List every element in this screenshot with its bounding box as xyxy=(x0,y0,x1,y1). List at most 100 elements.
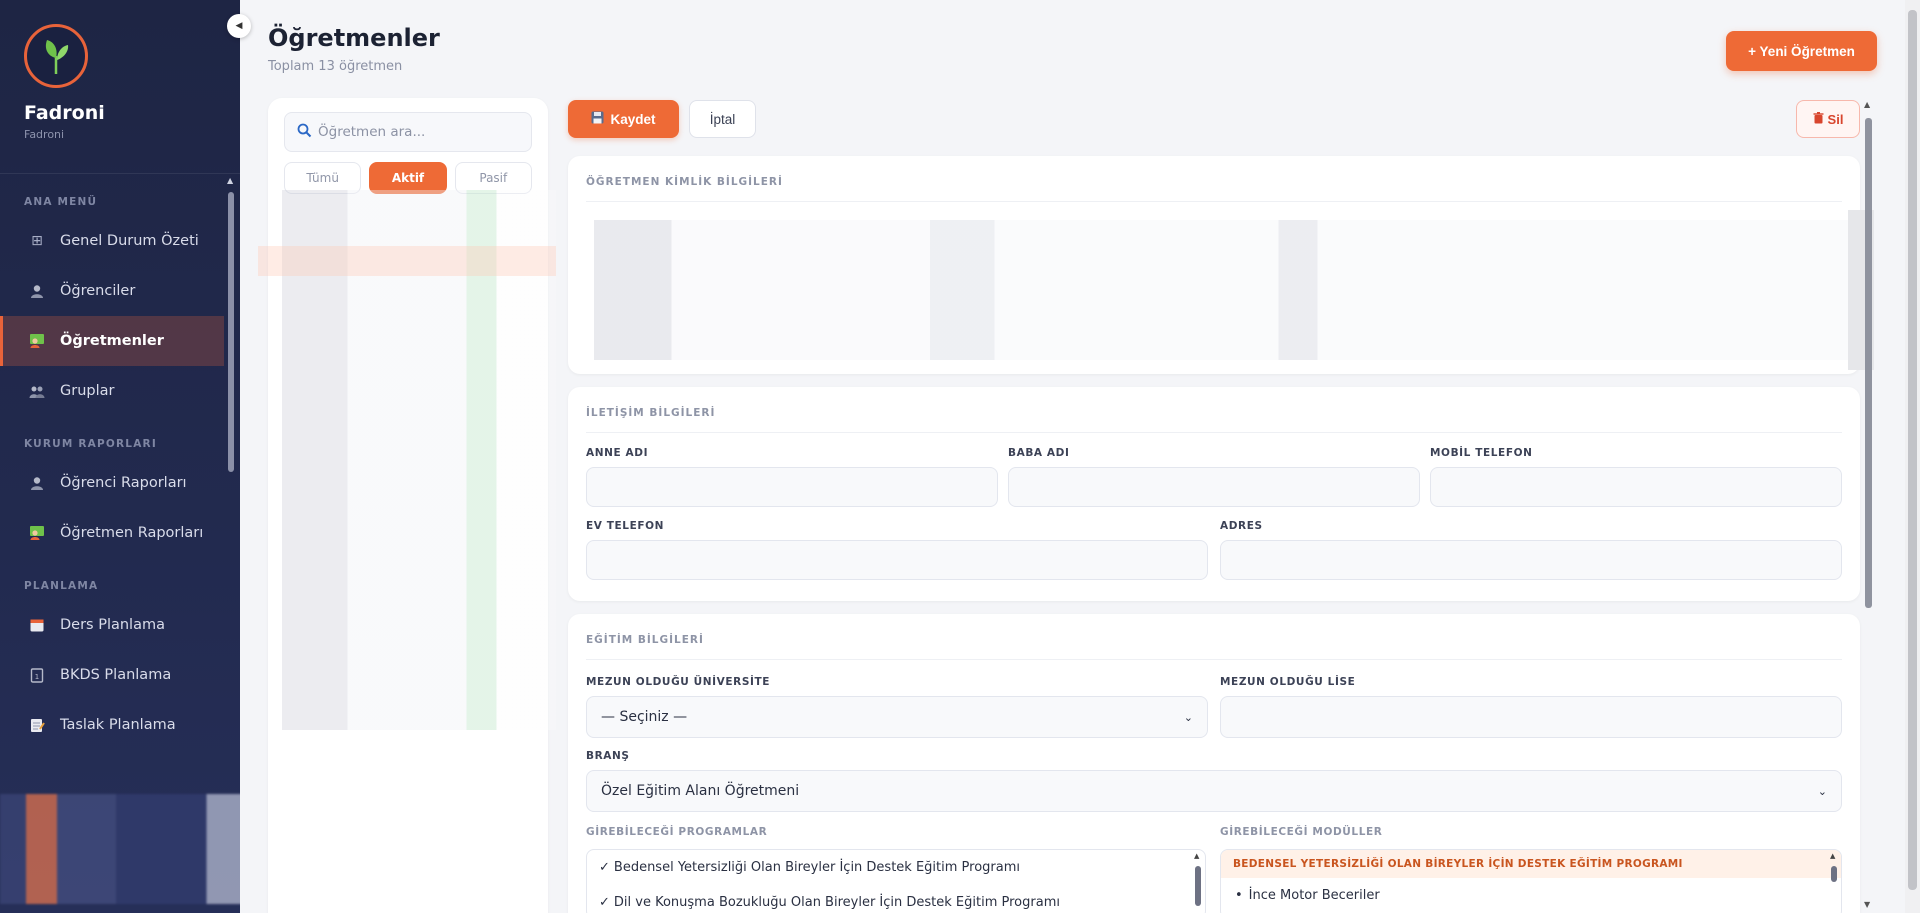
programs-label: GİREBİLECEĞİ PROGRAMLAR xyxy=(586,826,768,838)
page-subtitle: Toplam 13 öğretmen xyxy=(268,59,403,74)
scroll-down-icon[interactable]: ▼ xyxy=(1864,900,1870,909)
teacher-icon xyxy=(28,332,46,350)
page-scroll-thumb[interactable] xyxy=(1908,10,1917,890)
search-box[interactable]: Öğretmen ara... xyxy=(284,112,532,152)
check-icon: ✓ xyxy=(599,895,610,910)
identity-card: ÖĞRETMEN KİMLİK BİLGİLERİ xyxy=(568,156,1860,374)
form-scrollbar[interactable]: ▲ ▼ xyxy=(1862,100,1874,913)
sidebar-collapse-button[interactable]: ◀ xyxy=(227,14,251,38)
sidebar-item-dashboard[interactable]: ⊞ Genel Durum Özeti xyxy=(0,216,224,266)
sidebar-item-label: Öğrenci Raporları xyxy=(60,475,187,491)
branch-select-value: Özel Eğitim Alanı Öğretmeni xyxy=(601,783,800,799)
mobile-phone-input[interactable] xyxy=(1430,467,1842,507)
chevron-down-icon: ⌄ xyxy=(1183,710,1193,724)
redacted-user-area xyxy=(0,794,240,904)
bullet-icon: • xyxy=(1235,887,1243,903)
svg-text:1: 1 xyxy=(35,673,39,681)
sidebar-item-students[interactable]: Öğrenciler xyxy=(0,266,224,316)
search-input[interactable]: Öğretmen ara... xyxy=(318,124,425,140)
branch-select[interactable]: Özel Eğitim Alanı Öğretmeni ⌄ xyxy=(586,770,1842,812)
highschool-input[interactable] xyxy=(1220,696,1842,738)
brand-subtitle: Fadroni xyxy=(24,128,65,141)
scroll-up-icon[interactable]: ▲ xyxy=(227,176,233,185)
group-icon xyxy=(28,382,46,400)
calendar-icon xyxy=(28,616,46,634)
chevron-left-icon: ◀ xyxy=(235,21,243,31)
sidebar-scrollbar[interactable]: ▲ xyxy=(226,174,236,794)
new-teacher-button[interactable]: + Yeni Öğretmen xyxy=(1726,31,1877,71)
sidebar-item-label: Genel Durum Özeti xyxy=(60,233,199,249)
modules-scrollbar[interactable]: ▲ xyxy=(1829,852,1839,913)
student-icon xyxy=(28,474,46,492)
check-icon: ✓ xyxy=(599,860,610,875)
scroll-up-icon[interactable]: ▲ xyxy=(1830,852,1835,860)
brand-logo[interactable] xyxy=(24,24,88,88)
divider xyxy=(586,659,1842,660)
sidebar-scroll-thumb[interactable] xyxy=(228,192,234,472)
divider xyxy=(586,432,1842,433)
sidebar-item-student-reports[interactable]: Öğrenci Raporları xyxy=(0,458,224,508)
home-phone-input[interactable] xyxy=(586,540,1208,580)
sidebar-item-lesson-planning[interactable]: Ders Planlama xyxy=(0,600,224,650)
sidebar-item-label: Öğrenciler xyxy=(60,283,136,299)
sidebar-item-teachers[interactable]: Öğretmenler xyxy=(0,316,224,366)
brand-name: Fadroni xyxy=(24,102,105,124)
teacher-list-panel: Öğretmen ara... Tümü Aktif Pasif xyxy=(258,98,556,913)
education-card-title: EĞİTİM BİLGİLERİ xyxy=(586,634,704,646)
address-label: ADRES xyxy=(1220,520,1263,532)
delete-button[interactable]: Sil xyxy=(1796,100,1860,138)
sidebar-item-bkds-planning[interactable]: 1 BKDS Planlama xyxy=(0,650,224,700)
education-card: EĞİTİM BİLGİLERİ MEZUN OLDUĞU ÜNİVERSİTE… xyxy=(568,614,1860,913)
list-item[interactable]: • İnce Motor Beceriler xyxy=(1221,878,1841,912)
module-label: İnce Motor Beceriler xyxy=(1248,887,1380,903)
cancel-button[interactable]: İptal xyxy=(689,100,756,138)
sidebar-item-teacher-reports[interactable]: Öğretmen Raporları xyxy=(0,508,224,558)
contact-card-title: İLETİŞİM BİLGİLERİ xyxy=(586,407,716,419)
program-label: Dil ve Konuşma Bozukluğu Olan Bireyler İ… xyxy=(613,895,1060,910)
address-input[interactable] xyxy=(1220,540,1842,580)
list-item[interactable]: ✓ Bedensel Yetersizliği Olan Bireyler İç… xyxy=(587,850,1205,885)
programs-scrollbar[interactable]: ▲ xyxy=(1193,852,1203,913)
page-title: Öğretmenler xyxy=(268,24,440,52)
trash-icon xyxy=(1813,111,1824,127)
contact-card: İLETİŞİM BİLGİLERİ ANNE ADI BABA ADI MOB… xyxy=(568,387,1860,601)
modules-group-header: BEDENSEL YETERSİZLİĞİ OLAN BİREYLER İÇİN… xyxy=(1221,850,1841,878)
highschool-label: MEZUN OLDUĞU LİSE xyxy=(1220,676,1356,688)
form-scroll-thumb[interactable] xyxy=(1865,118,1872,608)
chevron-down-icon: ⌄ xyxy=(1817,784,1827,798)
save-button[interactable]: Kaydet xyxy=(568,100,679,138)
father-name-input[interactable] xyxy=(1008,467,1420,507)
modules-scroll-thumb[interactable] xyxy=(1831,866,1837,882)
sidebar-item-draft-planning[interactable]: Taslak Planlama xyxy=(0,700,224,750)
leaf-icon xyxy=(45,40,69,74)
mother-name-label: ANNE ADI xyxy=(586,447,649,459)
save-button-label: Kaydet xyxy=(610,111,656,127)
home-phone-label: EV TELEFON xyxy=(586,520,665,532)
programs-scroll-thumb[interactable] xyxy=(1195,866,1201,906)
sidebar-item-label: Ders Planlama xyxy=(60,617,165,633)
sidebar-item-label: BKDS Planlama xyxy=(60,667,172,683)
sidebar-item-label: Öğretmen Raporları xyxy=(60,525,204,541)
page-scrollbar[interactable] xyxy=(1905,0,1920,913)
nav-section-reports: KURUM RAPORLARI xyxy=(24,438,157,450)
sidebar-item-groups[interactable]: Gruplar xyxy=(0,366,224,416)
list-item[interactable]: ✓ Dil ve Konuşma Bozukluğu Olan Bireyler… xyxy=(587,885,1205,913)
mother-name-input[interactable] xyxy=(586,467,998,507)
program-label: Bedensel Yetersizliği Olan Bireyler İçin… xyxy=(613,860,1021,875)
floppy-disk-icon xyxy=(591,111,604,127)
scroll-up-icon[interactable]: ▲ xyxy=(1864,100,1870,109)
scroll-up-icon[interactable]: ▲ xyxy=(1194,852,1199,860)
modules-list[interactable]: BEDENSEL YETERSİZLİĞİ OLAN BİREYLER İÇİN… xyxy=(1220,849,1842,913)
university-select[interactable]: — Seçiniz — ⌄ xyxy=(586,696,1208,738)
programs-list[interactable]: ✓ Bedensel Yetersizliği Olan Bireyler İç… xyxy=(586,849,1206,913)
sidebar-item-label: Öğretmenler xyxy=(60,333,164,349)
branch-label: BRANŞ xyxy=(586,750,630,762)
teacher-icon xyxy=(28,524,46,542)
clipboard-icon: 1 xyxy=(28,666,46,684)
brand: Fadroni Fadroni xyxy=(0,0,240,174)
notepad-icon xyxy=(28,716,46,734)
student-icon xyxy=(28,282,46,300)
sidebar-item-label: Gruplar xyxy=(60,383,115,399)
redacted-identity-fields xyxy=(568,220,1860,360)
divider xyxy=(586,201,1842,202)
